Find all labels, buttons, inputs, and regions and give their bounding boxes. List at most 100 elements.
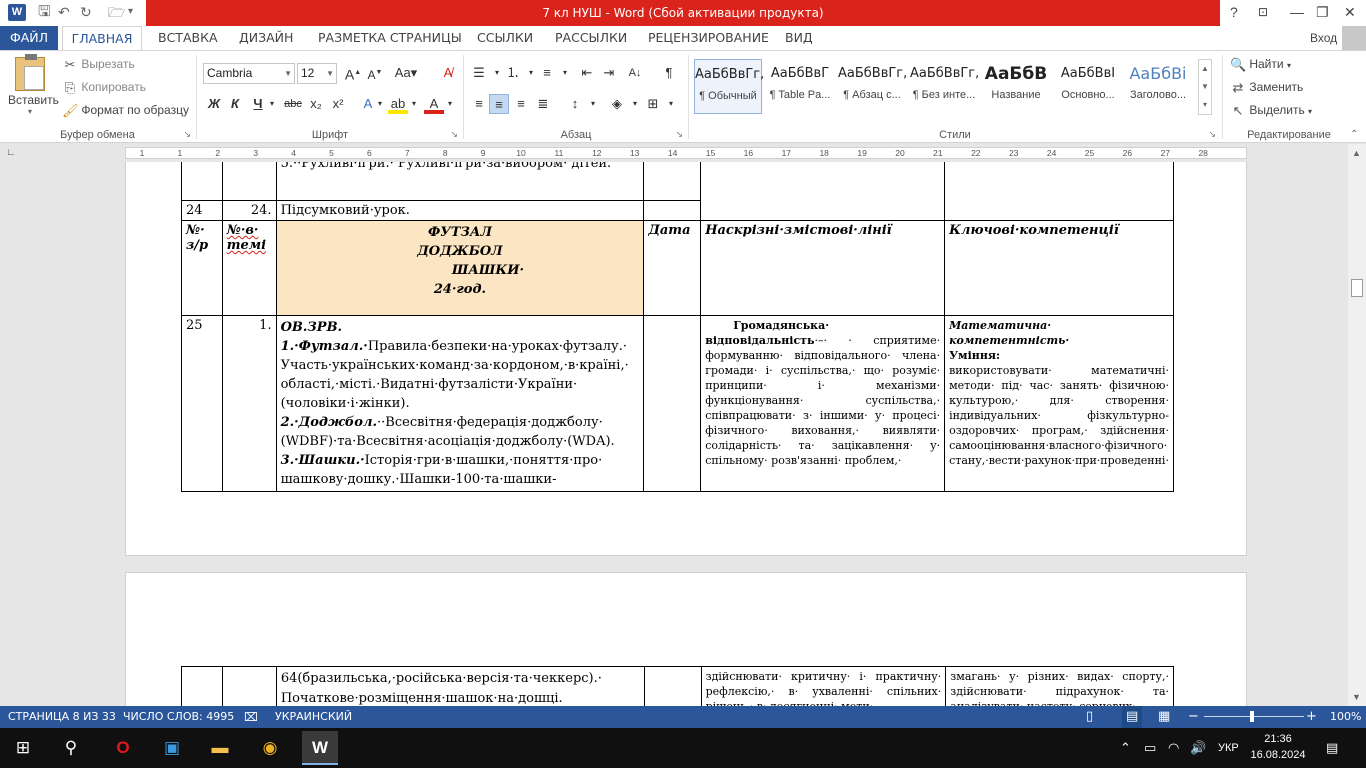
word-taskbar-icon[interactable]: W	[302, 731, 338, 765]
vertical-scrollbar[interactable]: ▲ ▼	[1348, 144, 1366, 706]
style-table-paragraph[interactable]: АаБбВвГ ¶ Table Pa...	[766, 59, 834, 114]
windows-start-icon[interactable]: ⊞	[8, 734, 38, 762]
justify-icon[interactable]: ≣	[533, 94, 553, 114]
style-body[interactable]: АаБбВвI Основно...	[1054, 59, 1122, 114]
style-title[interactable]: АаБбВ Название	[982, 59, 1050, 114]
keyboard-language[interactable]: УКР	[1218, 738, 1239, 758]
text-effects-dropdown-icon[interactable]: ▾	[370, 94, 390, 114]
bullets-icon[interactable]: ☰	[469, 63, 489, 83]
header-title-cell[interactable]: ФУТЗАЛ ДОДЖБОЛ ШАШКИ· 24·год.	[275, 220, 645, 316]
subscript-button[interactable]: x₂	[306, 94, 326, 114]
shrink-font-icon[interactable]: A▼	[365, 63, 385, 83]
align-left-icon[interactable]: ≡	[469, 94, 489, 114]
show-marks-icon[interactable]: ¶	[659, 63, 679, 83]
volume-icon[interactable]: 🔊	[1190, 738, 1206, 758]
paragraph-launcher-icon[interactable]: ↘	[675, 129, 683, 140]
tab-mailings[interactable]: РАССЫЛКИ	[555, 26, 627, 50]
find-button[interactable]: 🔍 Найти ▾	[1230, 57, 1291, 73]
date-cell[interactable]	[643, 315, 702, 492]
opera-icon[interactable]: O	[108, 734, 138, 762]
cross-cutting-cell[interactable]: Громадянська· відповідальність·–· · спри…	[700, 315, 946, 492]
style-no-spacing[interactable]: АаБбВвГг, ¶ Без инте...	[910, 59, 979, 114]
competence-continued[interactable]: змагань· у· різних· видах· спорту,· здій…	[945, 666, 1174, 706]
page[interactable]: 64(бразильська,·російська·версія·та·чекк…	[125, 572, 1247, 706]
highlight-dropdown-icon[interactable]: ▾	[404, 94, 424, 114]
cross-cutting-continued[interactable]: здійснювати· критичну· і· практичну· реф…	[700, 666, 947, 706]
wifi-icon[interactable]: ◠	[1168, 738, 1179, 758]
tab-insert[interactable]: ВСТАВКА	[158, 26, 218, 50]
line-spacing-icon[interactable]: ↕	[565, 94, 585, 114]
zoom-out-icon[interactable]: −	[1188, 706, 1199, 728]
bold-button[interactable]: Ж	[204, 94, 224, 114]
select-button[interactable]: ↖ Выделить ▾	[1230, 103, 1313, 119]
tab-selector-icon[interactable]: ∟	[6, 147, 18, 159]
shading-dropdown-icon[interactable]: ▾	[625, 94, 645, 114]
control-panel-icon[interactable]: ▣	[157, 734, 187, 762]
font-size-select[interactable]: 12 ▼	[297, 63, 337, 84]
proofing-icon[interactable]: ⌧	[244, 706, 258, 728]
shading-icon[interactable]: ◈	[607, 94, 627, 114]
zoom-level[interactable]: 100%	[1330, 706, 1361, 728]
tab-layout[interactable]: РАЗМЕТКА СТРАНИЦЫ	[318, 26, 462, 50]
redo-icon[interactable]: ↻	[80, 3, 92, 21]
tab-home[interactable]: ГЛАВНАЯ	[62, 26, 142, 50]
lesson-content-cell[interactable]: ОВ.ЗРВ. 1.·Футзал.·Правила·безпеки·на·ур…	[275, 315, 645, 492]
styles-scroll[interactable]: ▲ ▼ ▾	[1198, 59, 1212, 115]
style-heading[interactable]: АаБбВі Заголово...	[1126, 59, 1190, 114]
web-layout-icon[interactable]: ▦	[1158, 706, 1170, 728]
read-mode-icon[interactable]: ▯	[1086, 706, 1093, 728]
page[interactable]: 5.··Рухливі·ігри.· Рухливі·ігри·за·вибор…	[125, 162, 1247, 556]
undo-icon[interactable]: ↶	[58, 3, 70, 21]
clipboard-launcher-icon[interactable]: ↘	[183, 129, 191, 140]
table-cell[interactable]: Підсумковий·урок.	[275, 200, 645, 221]
line-spacing-dropdown-icon[interactable]: ▾	[583, 94, 603, 114]
open-folder-icon[interactable]: 🗁	[108, 3, 125, 21]
zoom-slider[interactable]	[1204, 716, 1304, 717]
scroll-thumb[interactable]	[1351, 279, 1363, 297]
restore-button[interactable]: ❐	[1316, 3, 1329, 21]
customize-qa-icon[interactable]: ▾	[128, 3, 133, 21]
font-name-select[interactable]: Cambria ▼	[203, 63, 295, 84]
style-normal[interactable]: АаБбВвГг, ¶ Обычный	[694, 59, 764, 114]
save-icon[interactable]: 🖫	[38, 3, 51, 21]
zoom-in-icon[interactable]: +	[1306, 706, 1317, 728]
avatar[interactable]	[1342, 26, 1366, 50]
tab-review[interactable]: РЕЦЕНЗИРОВАНИЕ	[648, 26, 769, 50]
decrease-indent-icon[interactable]: ⇤	[577, 63, 597, 83]
collapse-ribbon-icon[interactable]: ⌃	[1350, 129, 1358, 140]
battery-icon[interactable]: ▭	[1144, 738, 1156, 758]
system-clock[interactable]: 21:36 16.08.2024	[1250, 731, 1306, 763]
tab-design[interactable]: ДИЗАЙН	[239, 26, 293, 50]
file-explorer-icon[interactable]: ▬	[205, 734, 235, 762]
multilevel-dropdown-icon[interactable]: ▾	[555, 63, 575, 83]
multilevel-list-icon[interactable]: ≡	[537, 63, 557, 83]
sign-in-link[interactable]: Вход	[1310, 26, 1337, 50]
replace-button[interactable]: ⇄ Заменить	[1230, 80, 1304, 96]
borders-dropdown-icon[interactable]: ▾	[661, 94, 681, 114]
search-icon[interactable]: ⚲	[56, 734, 86, 762]
paste-button[interactable]: Вставить ▾	[8, 54, 59, 116]
clear-formatting-icon[interactable]: A̸	[438, 63, 458, 83]
superscript-button[interactable]: x²	[328, 94, 348, 114]
cut-button[interactable]: ✂ Вырезать	[62, 57, 135, 73]
borders-icon[interactable]: ⊞	[643, 94, 663, 114]
help-button[interactable]: ?	[1230, 3, 1238, 21]
notifications-icon[interactable]: ▤	[1326, 738, 1338, 758]
format-painter-button[interactable]: 🖌 Формат по образцу	[62, 103, 189, 119]
increase-indent-icon[interactable]: ⇥	[599, 63, 619, 83]
strikethrough-button[interactable]: abc	[281, 94, 305, 114]
change-case-icon[interactable]: Aa▾	[392, 63, 420, 83]
print-layout-icon[interactable]: ▤	[1122, 706, 1143, 728]
tab-view[interactable]: ВИД	[785, 26, 813, 50]
font-launcher-icon[interactable]: ↘	[450, 129, 458, 140]
grow-font-icon[interactable]: A▲	[343, 63, 363, 83]
sort-icon[interactable]: A↓	[625, 63, 645, 83]
page-indicator[interactable]: СТРАНИЦА 8 ИЗ 33	[8, 706, 116, 728]
paste-dropdown-icon[interactable]: ▾	[8, 107, 52, 116]
competence-cell[interactable]: Математична· компетентність· Уміння: вик…	[944, 315, 1174, 492]
styles-launcher-icon[interactable]: ↘	[1208, 129, 1216, 140]
minimize-button[interactable]: —	[1290, 3, 1304, 21]
align-right-icon[interactable]: ≡	[511, 94, 531, 114]
ribbon-display-icon[interactable]: ⊡	[1258, 3, 1268, 21]
zoom-slider-handle[interactable]	[1250, 711, 1254, 722]
